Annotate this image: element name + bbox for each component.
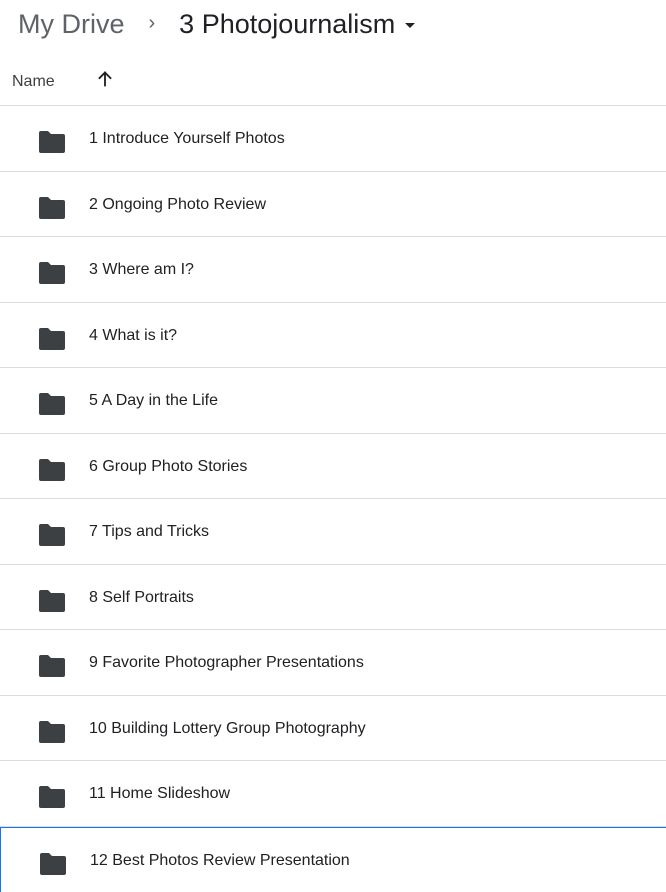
folder-icon xyxy=(38,328,66,350)
list-item-label: 1 Introduce Yourself Photos xyxy=(89,130,285,148)
folder-icon xyxy=(38,197,66,219)
list-item[interactable]: 2 Ongoing Photo Review xyxy=(0,172,666,238)
list-item[interactable]: 1 Introduce Yourself Photos xyxy=(0,106,666,172)
current-folder-label: 3 Photojournalism xyxy=(179,9,395,40)
folder-icon xyxy=(38,655,66,677)
list-item[interactable]: 10 Building Lottery Group Photography xyxy=(0,696,666,762)
list-item[interactable]: 6 Group Photo Stories xyxy=(0,434,666,500)
list-item[interactable]: 5 A Day in the Life xyxy=(0,368,666,434)
folder-icon xyxy=(38,262,66,284)
breadcrumb-current-folder[interactable]: 3 Photojournalism xyxy=(179,9,415,40)
list-item[interactable]: 11 Home Slideshow xyxy=(0,761,666,827)
list-item-label: 2 Ongoing Photo Review xyxy=(89,196,266,214)
sort-arrow-up-icon[interactable] xyxy=(94,68,116,90)
list-item[interactable]: 7 Tips and Tricks xyxy=(0,499,666,565)
list-item-label: 11 Home Slideshow xyxy=(89,785,230,803)
list-item[interactable]: 4 What is it? xyxy=(0,303,666,369)
folder-icon xyxy=(38,524,66,546)
folder-icon xyxy=(38,786,66,808)
list-item[interactable]: 12 Best Photos Review Presentation xyxy=(0,827,666,892)
list-item-label: 8 Self Portraits xyxy=(89,589,194,607)
list-item-label: 9 Favorite Photographer Presentations xyxy=(89,654,364,672)
list-item-label: 5 A Day in the Life xyxy=(89,392,218,410)
file-list: 1 Introduce Yourself Photos 2 Ongoing Pho… xyxy=(0,106,666,892)
folder-icon xyxy=(38,393,66,415)
list-item[interactable]: 9 Favorite Photographer Presentations xyxy=(0,630,666,696)
folder-icon xyxy=(39,853,67,875)
list-item-label: 7 Tips and Tricks xyxy=(89,523,209,541)
breadcrumb: My Drive › 3 Photojournalism xyxy=(18,6,415,42)
name-column-header[interactable]: Name xyxy=(12,73,55,91)
breadcrumb-my-drive[interactable]: My Drive xyxy=(18,9,125,40)
breadcrumb-separator-icon: › xyxy=(149,12,156,35)
folder-icon xyxy=(38,590,66,612)
list-item-label: 12 Best Photos Review Presentation xyxy=(90,852,350,870)
list-item-label: 4 What is it? xyxy=(89,327,177,345)
caret-down-icon xyxy=(405,23,415,28)
folder-icon xyxy=(38,459,66,481)
folder-icon xyxy=(38,131,66,153)
list-item[interactable]: 8 Self Portraits xyxy=(0,565,666,631)
folder-icon xyxy=(38,721,66,743)
list-item-label: 3 Where am I? xyxy=(89,261,194,279)
list-item[interactable]: 3 Where am I? xyxy=(0,237,666,303)
list-item-label: 6 Group Photo Stories xyxy=(89,458,247,476)
list-item-label: 10 Building Lottery Group Photography xyxy=(89,720,366,738)
column-header-row: Name xyxy=(0,62,666,106)
